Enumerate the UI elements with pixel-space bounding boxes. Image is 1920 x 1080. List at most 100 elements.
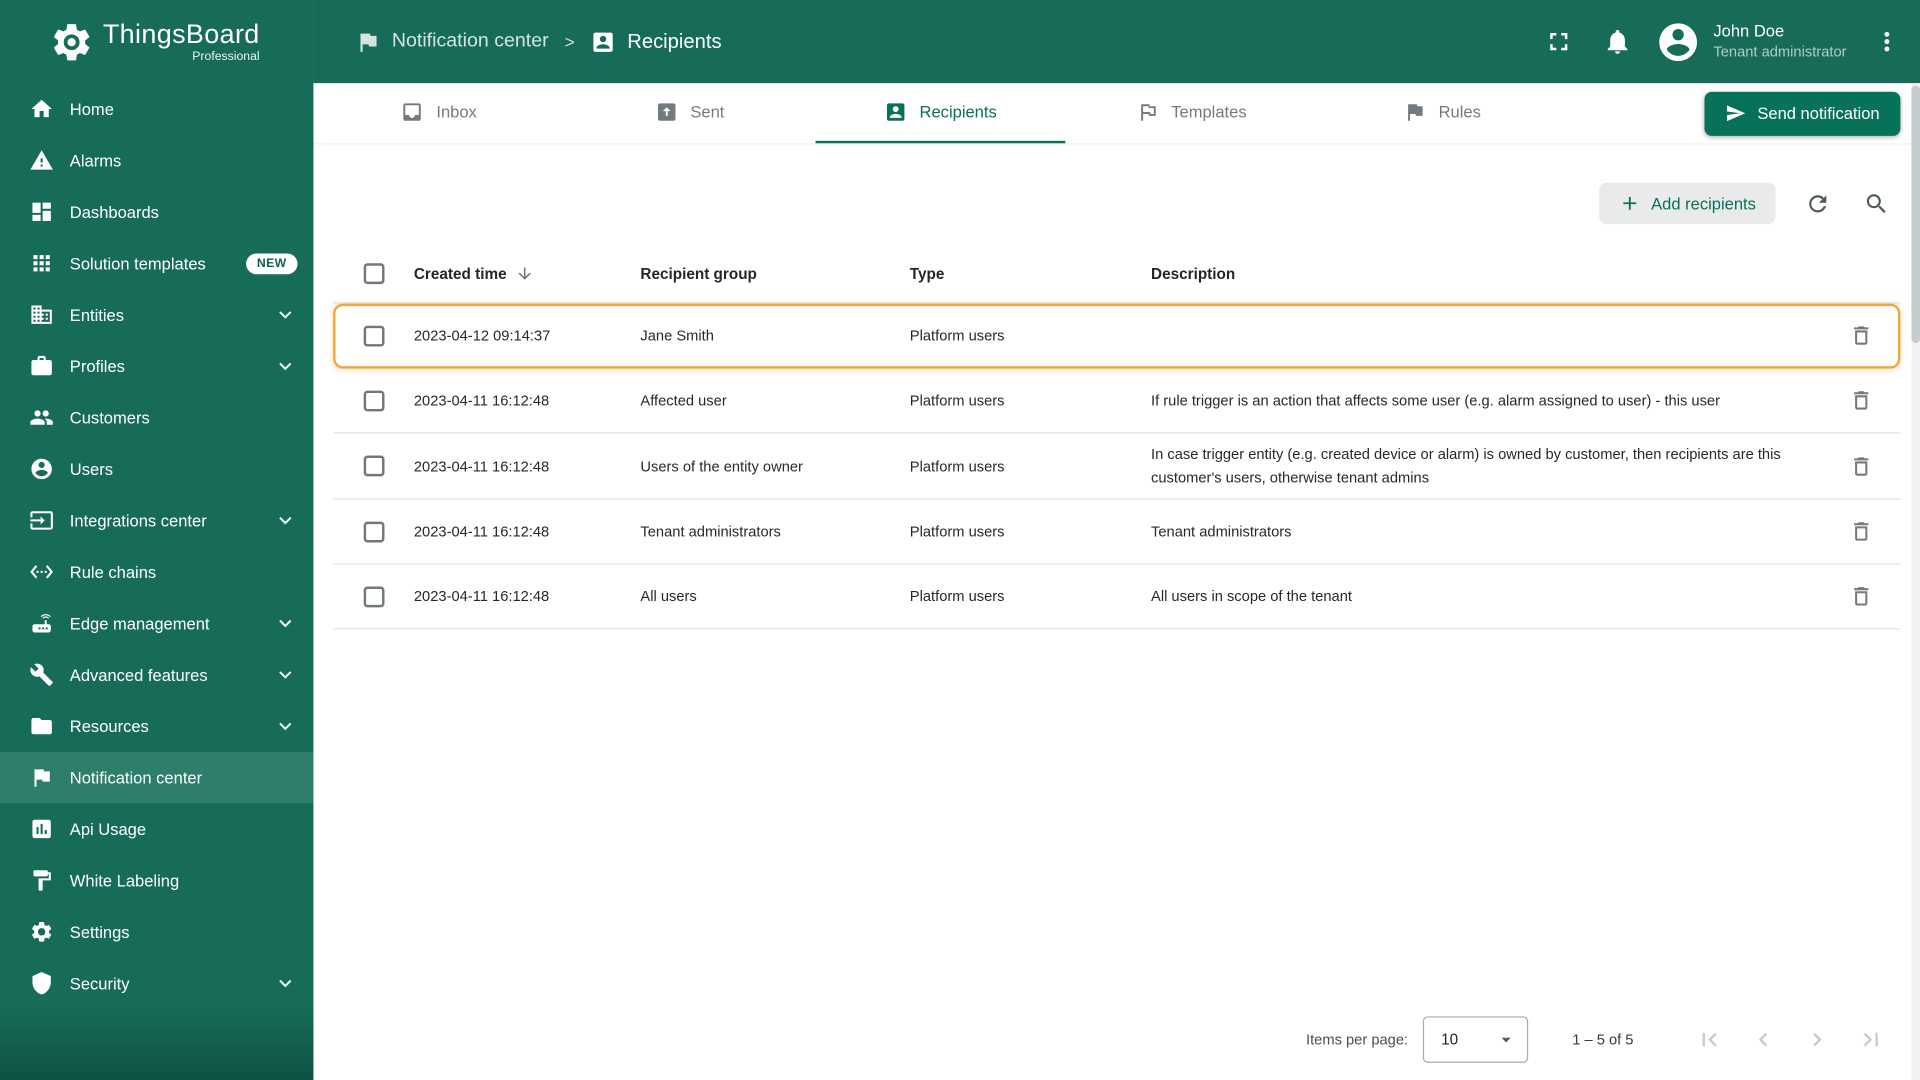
table-row[interactable]: 2023-04-11 16:12:48 All users Platform use… bbox=[333, 565, 1901, 630]
advanced-icon bbox=[29, 662, 53, 686]
sidebar-item-label: Users bbox=[69, 459, 113, 479]
notifications-bell-button[interactable] bbox=[1602, 26, 1634, 58]
white-labeling-icon bbox=[29, 868, 53, 892]
scrollbar-thumb[interactable] bbox=[1911, 85, 1920, 343]
column-recipient-group[interactable]: Recipient group bbox=[640, 265, 909, 282]
chevron-down-icon bbox=[273, 508, 297, 532]
search-button[interactable] bbox=[1851, 179, 1900, 228]
tab-templates[interactable]: Templates bbox=[1066, 83, 1317, 143]
integrations-icon bbox=[29, 508, 53, 532]
cell-type: Platform users bbox=[909, 326, 1005, 345]
page-title: Recipients bbox=[627, 30, 722, 53]
chevron-down-icon bbox=[273, 662, 297, 686]
delete-row-button[interactable] bbox=[1837, 442, 1886, 491]
scrollbar[interactable] bbox=[1911, 83, 1920, 1080]
plus-icon bbox=[1619, 192, 1641, 214]
search-icon bbox=[1863, 190, 1889, 216]
row-checkbox[interactable] bbox=[363, 390, 384, 411]
items-per-page-value: 10 bbox=[1441, 1031, 1459, 1049]
tab-rules[interactable]: Rules bbox=[1317, 83, 1568, 143]
column-type[interactable]: Type bbox=[910, 265, 1151, 282]
sidebar-item-security[interactable]: Security bbox=[0, 958, 313, 1009]
sidebar-item-integrations-center[interactable]: Integrations center bbox=[0, 495, 313, 546]
row-checkbox[interactable] bbox=[363, 325, 384, 346]
sidebar-item-label: Resources bbox=[69, 716, 149, 736]
sidebar-item-home[interactable]: Home bbox=[0, 83, 313, 134]
row-checkbox[interactable] bbox=[363, 521, 384, 543]
refresh-button[interactable] bbox=[1793, 179, 1842, 228]
delete-row-button[interactable] bbox=[1837, 572, 1886, 621]
sidebar-item-dashboards[interactable]: Dashboards bbox=[0, 186, 313, 237]
table-row[interactable]: 2023-04-11 16:12:48 Affected user Platform… bbox=[333, 369, 1901, 434]
column-description[interactable]: Description bbox=[1151, 265, 1822, 282]
sidebar-item-entities[interactable]: Entities bbox=[0, 289, 313, 340]
cell-description: All users in scope of the tenant bbox=[1151, 587, 1352, 605]
page-range: 1 – 5 of 5 bbox=[1572, 1031, 1634, 1049]
sidebar-item-label: Notification center bbox=[69, 768, 203, 787]
sidebar-item-profiles[interactable]: Profiles bbox=[0, 340, 313, 391]
row-checkbox[interactable] bbox=[363, 586, 384, 607]
add-recipients-label: Add recipients bbox=[1651, 194, 1756, 213]
delete-row-button[interactable] bbox=[1837, 507, 1886, 556]
logo-subtitle: Professional bbox=[192, 49, 260, 64]
cell-type: Platform users bbox=[909, 587, 1005, 606]
tab-label: Sent bbox=[690, 102, 725, 122]
sidebar-item-notification-center[interactable]: Notification center bbox=[0, 751, 314, 804]
send-notification-label: Send notification bbox=[1757, 104, 1880, 123]
first-page-button[interactable] bbox=[1682, 1013, 1736, 1067]
thingsboard-logo[interactable]: ThingsBoard Professional bbox=[0, 0, 313, 83]
cell-recipient-group: Tenant administrators bbox=[640, 523, 781, 541]
tab-recipients[interactable]: Recipients bbox=[815, 83, 1066, 144]
tab-sent[interactable]: Sent bbox=[564, 83, 815, 143]
row-checkbox[interactable] bbox=[363, 455, 384, 477]
sidebar-item-white-labeling[interactable]: White Labeling bbox=[0, 855, 313, 906]
sidebar-item-advanced-features[interactable]: Advanced features bbox=[0, 649, 313, 700]
items-per-page-select[interactable]: 10 bbox=[1422, 1016, 1529, 1063]
add-recipients-button[interactable]: Add recipients bbox=[1599, 182, 1776, 225]
more-menu-button[interactable] bbox=[1871, 26, 1903, 58]
next-page-button[interactable] bbox=[1790, 1013, 1844, 1067]
delete-icon bbox=[1849, 388, 1873, 412]
app-root: ThingsBoard Professional Home Alarms Dashb… bbox=[0, 0, 1920, 1080]
tab-inbox[interactable]: Inbox bbox=[313, 83, 564, 143]
previous-page-button[interactable] bbox=[1736, 1013, 1790, 1067]
sidebar-item-settings[interactable]: Settings bbox=[0, 906, 313, 957]
recipients-icon bbox=[591, 29, 617, 55]
column-created-time[interactable]: Created time bbox=[414, 264, 641, 282]
customers-icon bbox=[29, 405, 53, 429]
cell-created-time: 2023-04-11 16:12:48 bbox=[413, 391, 550, 409]
sidebar-item-users[interactable]: Users bbox=[0, 443, 313, 494]
sidebar-item-customers[interactable]: Customers bbox=[0, 392, 313, 443]
sidebar-item-label: Solution templates bbox=[69, 254, 206, 273]
user-menu[interactable]: John Doe Tenant administrator bbox=[1656, 19, 1847, 64]
last-page-icon bbox=[1858, 1026, 1885, 1053]
avatar-icon bbox=[1656, 19, 1701, 64]
sidebar-item-api-usage[interactable]: Api Usage bbox=[0, 803, 313, 854]
sidebar-item-label: Advanced features bbox=[69, 665, 208, 684]
select-all-checkbox[interactable] bbox=[363, 263, 384, 285]
delete-row-button[interactable] bbox=[1837, 376, 1886, 425]
user-role: Tenant administrator bbox=[1713, 42, 1847, 60]
home-icon bbox=[29, 97, 53, 121]
fullscreen-button[interactable] bbox=[1543, 26, 1575, 58]
breadcrumb-recipients: Recipients bbox=[591, 29, 722, 55]
send-icon bbox=[1726, 103, 1747, 124]
sidebar-item-solution-templates[interactable]: Solution templates NEW bbox=[0, 238, 313, 289]
breadcrumb-notification-center[interactable]: Notification center bbox=[355, 29, 549, 55]
send-notification-button[interactable]: Send notification bbox=[1704, 91, 1901, 136]
sidebar-item-label: Integrations center bbox=[69, 511, 207, 530]
table-row[interactable]: 2023-04-11 16:12:48 Users of the entity o… bbox=[333, 433, 1901, 500]
last-page-button[interactable] bbox=[1844, 1013, 1898, 1067]
sidebar-item-rule-chains[interactable]: Rule chains bbox=[0, 546, 313, 597]
sidebar-item-edge-management[interactable]: Edge management bbox=[0, 598, 313, 649]
sidebar-item-label: Customers bbox=[69, 408, 150, 427]
delete-row-button[interactable] bbox=[1837, 311, 1886, 360]
sidebar-item-alarms[interactable]: Alarms bbox=[0, 135, 313, 186]
column-label: Recipient group bbox=[640, 265, 757, 283]
chevron-right-icon bbox=[1804, 1026, 1831, 1053]
table-row[interactable]: 2023-04-12 09:14:37 Jane Smith Platform us… bbox=[333, 303, 1901, 369]
sidebar-item-resources[interactable]: Resources bbox=[0, 700, 313, 751]
topbar: Notification center > Recipients John Do… bbox=[313, 0, 1920, 84]
delete-icon bbox=[1849, 323, 1873, 347]
table-row[interactable]: 2023-04-11 16:12:48 Tenant administrators… bbox=[333, 500, 1901, 565]
